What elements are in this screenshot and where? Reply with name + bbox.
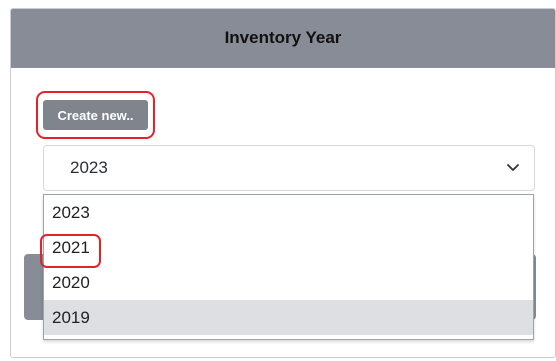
year-dropdown-list: 2023 2021 2020 2019 <box>43 194 534 340</box>
year-select-value: 2023 <box>70 158 108 177</box>
card-header: Inventory Year <box>11 9 555 68</box>
chevron-down-icon <box>506 161 520 175</box>
card-title: Inventory Year <box>224 28 342 47</box>
year-option[interactable]: 2021 <box>44 230 533 265</box>
year-option[interactable]: 2023 <box>44 195 533 230</box>
year-option[interactable]: 2020 <box>44 265 533 300</box>
create-new-button[interactable]: Create new.. <box>43 100 148 130</box>
year-option-highlighted[interactable]: 2019 <box>44 300 533 335</box>
year-select[interactable]: 2023 <box>43 145 535 191</box>
